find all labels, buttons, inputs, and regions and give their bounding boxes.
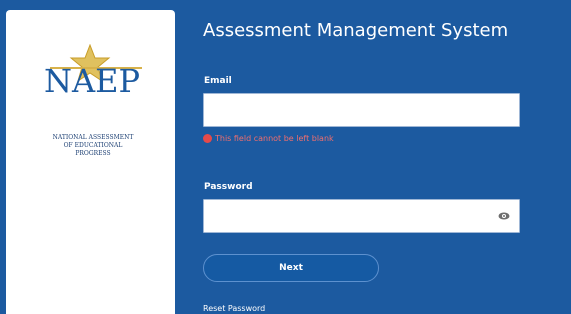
email-field[interactable] <box>203 93 520 127</box>
naep-logo: NAEP National Assessment of Educational … <box>40 44 146 164</box>
branding-panel: NAEP National Assessment of Educational … <box>6 10 175 314</box>
reset-password-link[interactable]: Reset Password <box>203 304 265 313</box>
logo-brand: NAEP <box>44 62 140 100</box>
password-label: Password <box>204 182 253 192</box>
email-label: Email <box>204 76 232 86</box>
email-error-message: This field cannot be left blank <box>215 134 334 143</box>
eye-icon[interactable] <box>498 211 510 221</box>
error-icon <box>203 134 212 143</box>
logo-caption-line-1: National Assessment <box>52 134 134 141</box>
page-title: Assessment Management System <box>203 20 509 41</box>
email-error-row: This field cannot be left blank <box>203 134 334 143</box>
password-field[interactable] <box>203 199 520 233</box>
logo-caption: National Assessment of Educational Progr… <box>40 134 146 158</box>
logo-caption-line-3: Progress <box>75 150 111 157</box>
login-page: NAEP National Assessment of Educational … <box>0 0 571 314</box>
next-button[interactable]: Next <box>203 254 379 282</box>
logo-caption-line-2: of Educational <box>63 142 123 149</box>
